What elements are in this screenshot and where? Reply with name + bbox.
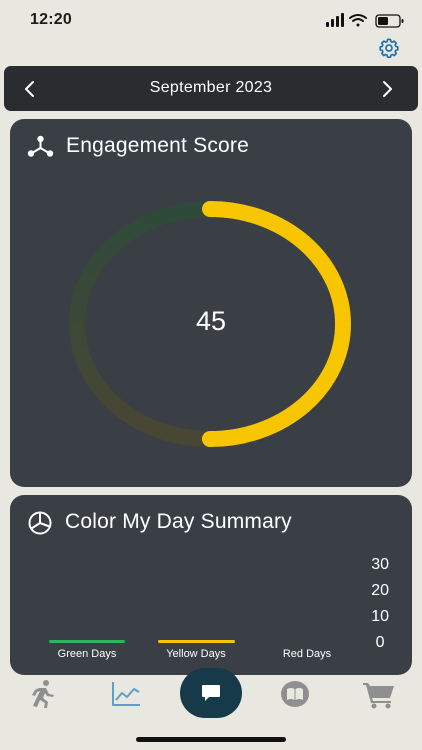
home-indicator [136,737,286,742]
status-time: 12:20 [30,11,72,28]
chevron-right-icon [383,81,392,97]
legend-green-days: Green Days [48,640,126,660]
y-tick-label: 20 [371,582,389,599]
legend-label: Yellow Days [166,648,226,660]
engagement-score-value: 45 [195,306,227,336]
red-line [277,640,337,643]
wifi-icon [349,14,367,27]
stats-tab[interactable] [110,679,142,709]
settings-gear-icon[interactable] [378,37,400,59]
legend-red-days: Red Days [272,640,342,660]
legend-label: Green Days [57,648,117,660]
book-icon [281,681,309,707]
pie-chart-icon [28,511,52,535]
signal-icon [326,13,344,27]
cart-icon [363,683,394,709]
engagement-card: Engagement Score 45 [10,119,412,487]
status-icons [326,13,404,28]
y-tick-label: 10 [371,608,389,625]
chat-icon [202,685,220,701]
chat-button[interactable] [180,668,242,718]
summary-card: Color My Day Summary 30 20 10 0 Green Da… [10,495,412,675]
y-tick-label: 30 [371,556,389,573]
running-icon [32,680,54,708]
summary-title: Color My Day Summary [65,510,292,533]
green-line [49,640,125,643]
network-icon [27,135,54,157]
y-tick-label: 0 [375,634,385,651]
legend-yellow-days: Yellow Days [156,640,236,660]
status-bar: 12:20 [0,0,422,44]
next-month-button[interactable] [376,78,398,100]
journal-tab[interactable] [279,679,311,709]
month-title: September 2023 [149,79,273,96]
battery-icon [375,14,404,28]
chart-icon [112,682,140,706]
engagement-title: Engagement Score [66,134,249,157]
yellow-line [157,640,235,643]
summary-y-axis: 30 20 10 0 [371,556,389,660]
shop-tab[interactable] [362,679,396,709]
month-selector: September 2023 [4,66,418,111]
activity-tab[interactable] [27,679,59,709]
legend-label: Red Days [282,648,332,660]
